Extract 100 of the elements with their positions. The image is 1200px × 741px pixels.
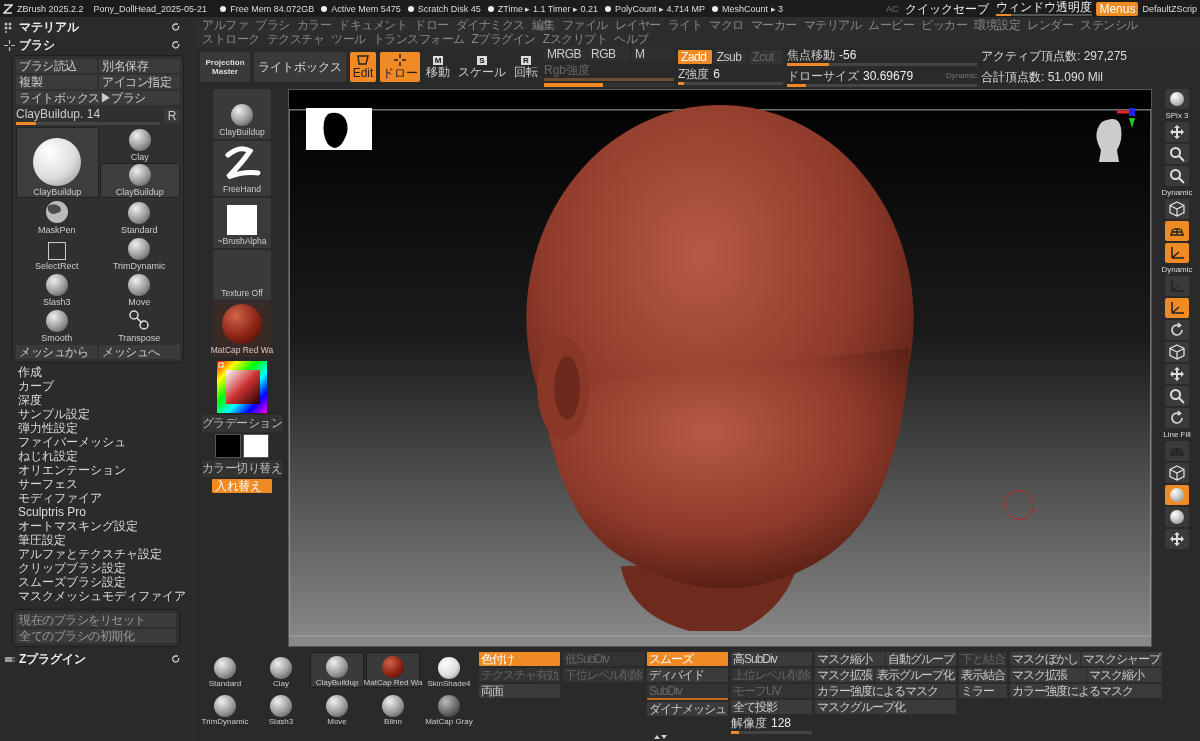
refresh-icon[interactable]: [172, 23, 180, 31]
navigation-thumbnail[interactable]: [306, 108, 372, 150]
shelf-button[interactable]: [1165, 144, 1189, 164]
brush-tile[interactable]: SelectRect: [16, 236, 98, 271]
refresh-icon[interactable]: [172, 655, 180, 663]
shelf-button[interactable]: [1165, 408, 1189, 428]
slider[interactable]: 解像度 128: [731, 716, 812, 734]
tool-tile[interactable]: Texture Off: [213, 250, 271, 300]
material-tile[interactable]: TrimDynamic: [198, 690, 252, 726]
quicksave-button[interactable]: クイックセーブ: [902, 1, 993, 16]
slider[interactable]: 焦点移動 -56: [787, 47, 977, 66]
tool-mode-button[interactable]: S スケール: [456, 52, 508, 82]
submenu-item[interactable]: サーフェス: [18, 477, 194, 491]
shelf-button[interactable]: [1165, 243, 1189, 263]
submenu-item[interactable]: ファイバーメッシュ: [18, 435, 194, 449]
tool-tile[interactable]: MatCap Red Wa: [213, 302, 271, 357]
brush-tile[interactable]: ClayBuildup: [99, 163, 180, 198]
panel-button[interactable]: 自動グループ: [886, 652, 956, 666]
menu-item[interactable]: 環境設定: [974, 18, 1020, 32]
panel-button[interactable]: ディバイド: [647, 668, 728, 682]
submenu-item[interactable]: 弾力性設定: [18, 421, 194, 435]
submenu-item[interactable]: オートマスキング設定: [18, 519, 194, 533]
transparency-slider[interactable]: ウィンドウ透明度: [996, 1, 1093, 16]
panel-button[interactable]: マスク拡張: [1010, 668, 1086, 682]
panel-header[interactable]: ブラシ: [19, 36, 55, 54]
brush-tile[interactable]: Smooth: [16, 308, 98, 343]
brush-tile[interactable]: TrimDynamic: [98, 236, 180, 271]
shelf-button[interactable]: [1165, 463, 1189, 483]
material-tile[interactable]: SkinShade4: [422, 652, 476, 688]
tool-tile[interactable]: FreeHand: [213, 141, 271, 196]
panel-button[interactable]: カラー強度によるマスク: [1010, 684, 1162, 698]
menu-item[interactable]: ドロー: [414, 18, 449, 32]
panel-button[interactable]: ミラー: [959, 684, 1007, 698]
panel-button[interactable]: 表示グループ化: [875, 668, 956, 682]
panel-button[interactable]: マスクぼかし: [1010, 652, 1080, 666]
panel-header[interactable]: マテリアル: [19, 18, 79, 36]
shelf-button[interactable]: [1165, 89, 1189, 109]
tool-tile[interactable]: ClayBuildup: [213, 89, 271, 139]
panel-header[interactable]: Zプラグイン: [19, 650, 87, 668]
material-tile[interactable]: Blinn: [366, 690, 420, 726]
material-tile[interactable]: Move: [310, 690, 364, 726]
submenu-item[interactable]: マスクメッシュモディファイア: [18, 589, 194, 603]
shelf-button[interactable]: [1165, 342, 1189, 362]
submenu-item[interactable]: 筆圧設定: [18, 533, 194, 547]
reset-button[interactable]: R: [163, 109, 180, 123]
brush-tile[interactable]: MaskPen: [16, 200, 98, 235]
panel-button[interactable]: マスクシャープ: [1081, 652, 1162, 666]
menu-item[interactable]: カラー: [296, 18, 331, 32]
panel-button[interactable]: 高SubDiv: [731, 652, 812, 666]
panel-button[interactable]: 複製: [16, 75, 97, 89]
submenu-item[interactable]: オリエンテーション: [18, 463, 194, 477]
submenu-item[interactable]: クリップブラシ設定: [18, 561, 194, 575]
menu-item[interactable]: ファイル: [561, 18, 608, 32]
panel-button[interactable]: 全てのブラシの初期化: [16, 629, 176, 643]
brush-tile[interactable]: Slash3: [16, 272, 98, 307]
tool-mode-button[interactable]: R 回転: [512, 52, 540, 82]
menu-item[interactable]: ステンシル: [1080, 18, 1138, 32]
brush-tile[interactable]: Standard: [98, 200, 180, 235]
shelf-button[interactable]: [1165, 386, 1189, 406]
menu-item[interactable]: マテリアル: [803, 18, 861, 32]
tool-mode-button[interactable]: M 移動: [424, 52, 452, 82]
menu-item[interactable]: ドキュメント: [338, 18, 407, 32]
menu-item[interactable]: レンダー: [1027, 18, 1073, 32]
panel-button[interactable]: 現在のブラシをリセット: [16, 613, 176, 627]
brush-tile[interactable]: Move: [98, 272, 180, 307]
menu-item[interactable]: ツール: [331, 32, 366, 46]
panel-button[interactable]: アイコン指定: [99, 75, 180, 89]
menu-item[interactable]: レイヤー: [614, 18, 661, 32]
submenu-item[interactable]: スムーズブラシ設定: [18, 575, 194, 589]
shelf-button[interactable]: [1165, 298, 1189, 318]
shelf-button[interactable]: [1165, 166, 1189, 186]
lightbox-button[interactable]: ライトボックス: [254, 52, 346, 82]
projection-master-button[interactable]: Projection Master: [200, 52, 250, 82]
material-tile[interactable]: Slash3: [254, 690, 308, 726]
channel-button[interactable]: RGB: [588, 47, 630, 61]
slider[interactable]: Z強度 6: [678, 66, 783, 85]
panel-button[interactable]: カラー強度によるマスク: [815, 684, 956, 698]
menu-item[interactable]: アルファ: [202, 18, 248, 32]
panel-button[interactable]: メッシュへ: [99, 345, 180, 359]
submenu-item[interactable]: カーブ: [18, 379, 194, 393]
submenu-item[interactable]: 作成: [18, 365, 194, 379]
material-tile[interactable]: ClayBuildup: [310, 652, 364, 688]
submenu-item[interactable]: モディファイア: [18, 491, 194, 505]
tool-mode-button[interactable]: Edit: [350, 52, 376, 82]
submenu-item[interactable]: Sculptris Pro: [18, 505, 194, 519]
channel-button[interactable]: MRGB: [544, 47, 586, 61]
menu-item[interactable]: トランスフォーム: [372, 32, 465, 46]
slider[interactable]: ClayBuildup. 14: [16, 107, 160, 125]
submenu-item[interactable]: ねじれ設定: [18, 449, 194, 463]
refresh-icon[interactable]: [172, 41, 180, 49]
menu-item[interactable]: 編集: [531, 18, 555, 32]
material-tile[interactable]: MatCap Gray: [422, 690, 476, 726]
current-brush-tile[interactable]: ClayBuildup: [16, 127, 99, 198]
sculpt-mode-button[interactable]: Zsub: [713, 49, 748, 64]
panel-button[interactable]: マスク縮小: [815, 652, 885, 666]
shelf-button[interactable]: [1165, 122, 1189, 142]
tool-tile[interactable]: ~BrushAlpha: [213, 198, 271, 248]
menu-item[interactable]: ブラシ: [255, 18, 290, 32]
material-tile[interactable]: Clay: [254, 652, 308, 688]
shelf-button[interactable]: [1165, 320, 1189, 340]
